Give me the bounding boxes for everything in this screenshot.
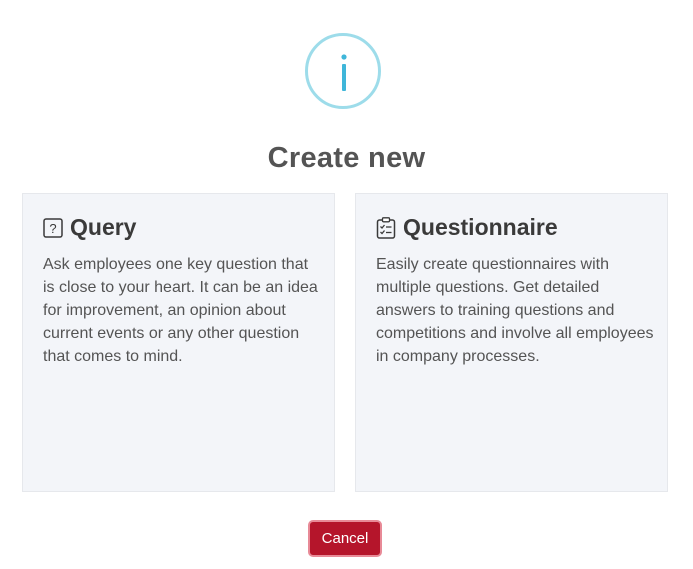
questionnaire-option-card[interactable]: Questionnaire Easily create questionnair… <box>355 193 668 492</box>
dialog-title: Create new <box>267 142 426 174</box>
query-option-title: Query <box>70 214 137 240</box>
questionnaire-option-heading: Questionnaire <box>376 214 558 241</box>
cancel-button[interactable]: Cancel <box>308 520 382 557</box>
create-new-dialog: Create new ? Query Ask employees one key… <box>0 0 693 569</box>
info-icon <box>305 33 381 109</box>
questionnaire-option-title: Questionnaire <box>403 214 558 240</box>
query-option-card[interactable]: ? Query Ask employees one key question t… <box>22 193 335 492</box>
clipboard-checklist-icon <box>376 216 396 239</box>
svg-text:?: ? <box>49 221 56 236</box>
query-option-description: Ask employees one key question that is c… <box>43 256 318 365</box>
questionnaire-option-description: Easily create questionnaires with multip… <box>376 256 654 365</box>
query-option-heading: ? Query <box>43 214 136 241</box>
question-box-icon: ? <box>43 217 63 239</box>
